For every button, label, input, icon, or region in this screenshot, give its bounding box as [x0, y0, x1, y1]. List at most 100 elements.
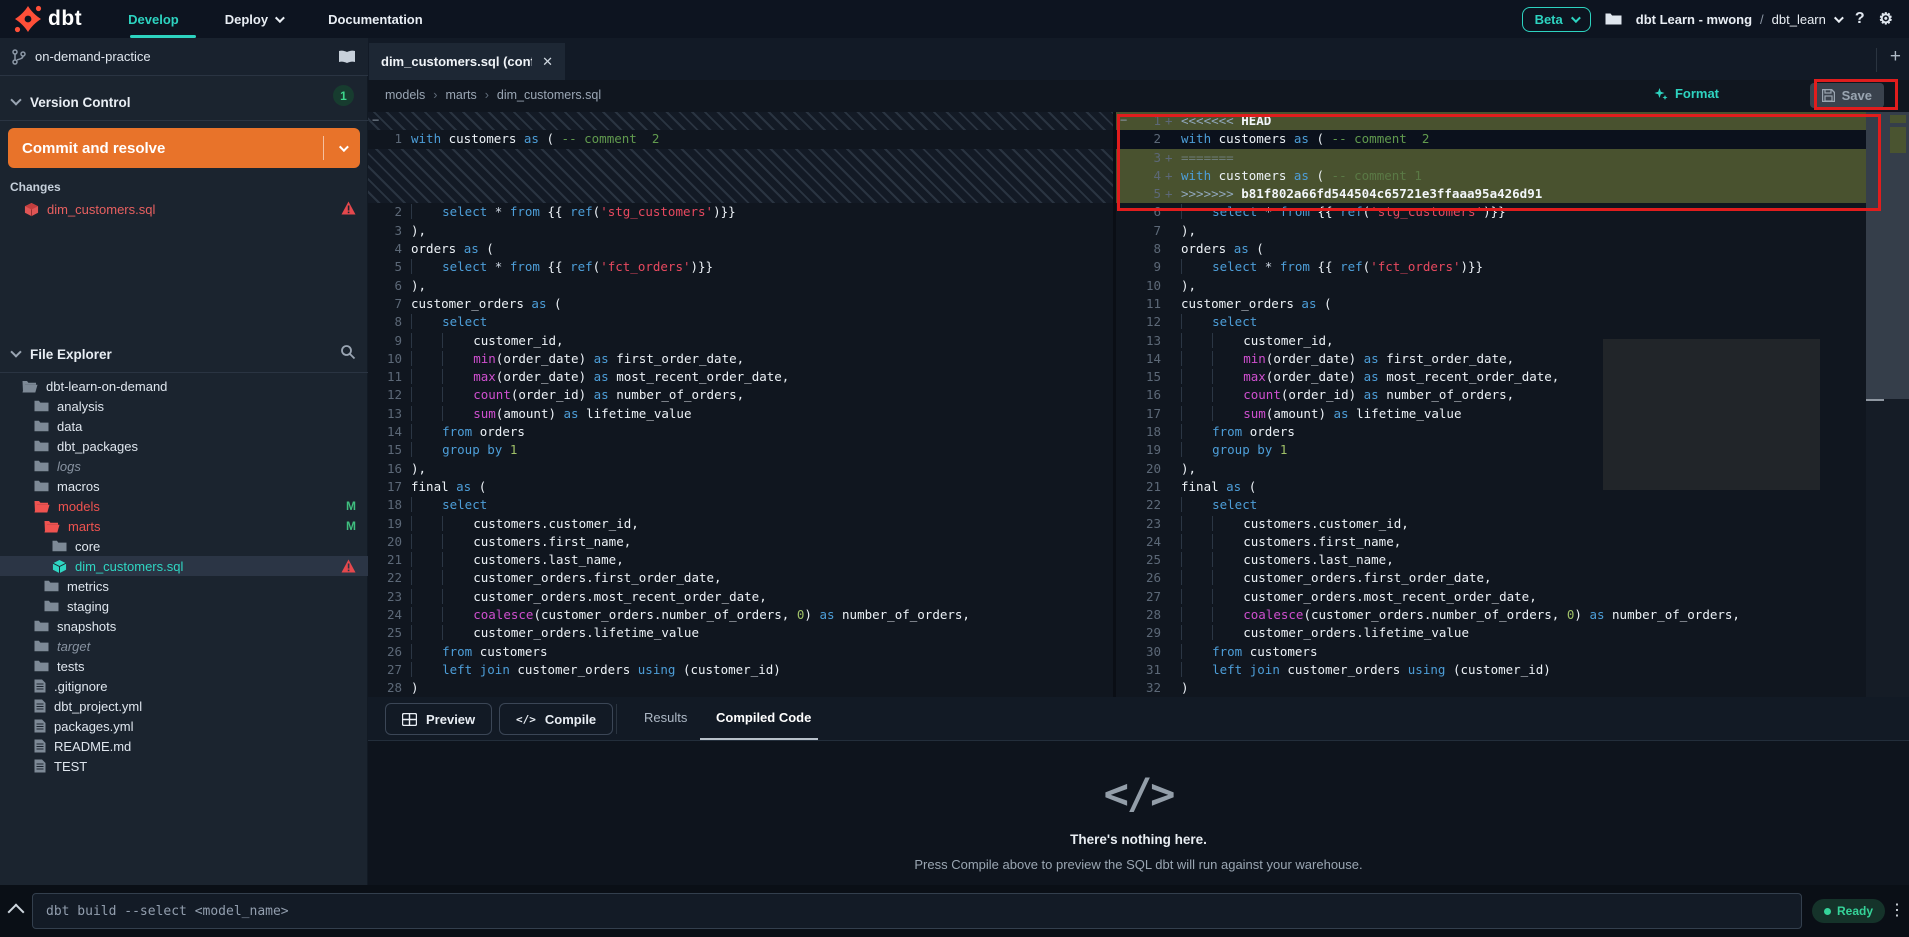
tree-item-models[interactable]: modelsM: [0, 496, 368, 516]
format-button[interactable]: Format: [1654, 86, 1719, 101]
code-line[interactable]: 15 group by 1: [368, 441, 1113, 459]
search-icon[interactable]: [340, 344, 356, 360]
tab-dim-customers[interactable]: dim_customers.sql (confli... ✕: [369, 43, 565, 80]
file-explorer-header[interactable]: File Explorer: [0, 340, 368, 368]
dbt-logo-icon[interactable]: [14, 5, 42, 33]
scrollbar-thumb[interactable]: [1866, 112, 1909, 399]
code-line[interactable]: 27 customer_orders.most_recent_order_dat…: [1116, 588, 1866, 606]
code-line[interactable]: 25 customers.last_name,: [1116, 551, 1866, 569]
code-line[interactable]: 18 select: [368, 496, 1113, 514]
code-line[interactable]: 22 customer_orders.first_order_date,: [368, 569, 1113, 587]
code-line[interactable]: 10),: [1116, 277, 1866, 295]
code-line[interactable]: 7),: [1116, 222, 1866, 240]
code-line[interactable]: 24 customers.first_name,: [1116, 533, 1866, 551]
kebab-menu-icon[interactable]: ⋮: [1889, 900, 1905, 920]
tree-item-data[interactable]: data: [0, 416, 368, 436]
nav-documentation[interactable]: Documentation: [328, 12, 423, 27]
fold-marker[interactable]: −: [372, 113, 379, 127]
tree-item-dbt-packages[interactable]: dbt_packages: [0, 436, 368, 456]
code-line[interactable]: 30 from customers: [1116, 643, 1866, 661]
tab-results[interactable]: Results: [644, 710, 687, 725]
code-line[interactable]: 13 sum(amount) as lifetime_value: [368, 405, 1113, 423]
code-line[interactable]: 6 select * from {{ ref('stg_customers')}…: [1116, 203, 1866, 221]
tree-item-dim-customers-sql[interactable]: dim_customers.sql: [0, 556, 368, 576]
tree-item-metrics[interactable]: metrics: [0, 576, 368, 596]
tree-item-staging[interactable]: staging: [0, 596, 368, 616]
git-branch-row[interactable]: on-demand-practice: [0, 38, 368, 76]
code-line[interactable]: 10 min(order_date) as first_order_date,: [368, 350, 1113, 368]
code-line[interactable]: 9 customer_id,: [368, 332, 1113, 350]
code-line[interactable]: 32): [1116, 679, 1866, 697]
editor-scrollbar[interactable]: [1866, 112, 1909, 697]
tree-item-logs[interactable]: logs: [0, 456, 368, 476]
tree-item--gitignore[interactable]: .gitignore: [0, 676, 368, 696]
command-input[interactable]: dbt build --select <model_name>: [32, 893, 1802, 929]
save-button[interactable]: Save: [1810, 83, 1884, 108]
code-line[interactable]: 2 select * from {{ ref('stg_customers')}…: [368, 203, 1113, 221]
code-line[interactable]: 27 left join customer_orders using (cust…: [368, 661, 1113, 679]
tree-item-packages-yml[interactable]: packages.yml: [0, 716, 368, 736]
code-line[interactable]: 4+with customers as ( -- comment 1: [1116, 167, 1866, 185]
code-line[interactable]: 21 customers.last_name,: [368, 551, 1113, 569]
breadcrumb-item[interactable]: models: [385, 88, 425, 102]
nav-develop[interactable]: Develop: [128, 12, 179, 27]
code-line[interactable]: 9 select * from {{ ref('fct_orders')}}: [1116, 258, 1866, 276]
changed-file-row[interactable]: dim_customers.sql: [0, 198, 368, 220]
fold-marker[interactable]: −: [1120, 113, 1127, 127]
commit-and-resolve-button[interactable]: Commit and resolve: [8, 128, 360, 168]
tree-item-core[interactable]: core: [0, 536, 368, 556]
code-line[interactable]: 19 customers.customer_id,: [368, 515, 1113, 533]
code-line[interactable]: 23 customer_orders.most_recent_order_dat…: [368, 588, 1113, 606]
tree-item-macros[interactable]: macros: [0, 476, 368, 496]
commit-options-dropdown[interactable]: [324, 145, 360, 152]
code-line[interactable]: 25 customer_orders.lifetime_value: [368, 624, 1113, 642]
code-line[interactable]: 6),: [368, 277, 1113, 295]
settings-gear-icon[interactable]: ⚙: [1879, 9, 1893, 29]
tree-item-dbt-project-yml[interactable]: dbt_project.yml: [0, 696, 368, 716]
tree-item-marts[interactable]: martsM: [0, 516, 368, 536]
code-line[interactable]: 26 from customers: [368, 643, 1113, 661]
tree-item-test[interactable]: TEST: [0, 756, 368, 776]
version-control-header[interactable]: Version Control 1: [0, 88, 368, 116]
code-line[interactable]: 11 max(order_date) as most_recent_order_…: [368, 368, 1113, 386]
breadcrumb-item[interactable]: dim_customers.sql: [497, 88, 601, 102]
code-line[interactable]: 24 coalesce(customer_orders.number_of_or…: [368, 606, 1113, 624]
tree-item-analysis[interactable]: analysis: [0, 396, 368, 416]
code-line[interactable]: 7customer_orders as (: [368, 295, 1113, 313]
code-line[interactable]: 3+=======: [1116, 149, 1866, 167]
code-line[interactable]: 12 count(order_id) as number_of_orders,: [368, 386, 1113, 404]
code-line[interactable]: 8 select: [368, 313, 1113, 331]
code-line[interactable]: 2with customers as ( -- comment 2: [1116, 130, 1866, 148]
tree-item-dbt-learn-on-demand[interactable]: dbt-learn-on-demand: [0, 376, 368, 396]
chevron-up-icon[interactable]: [8, 904, 25, 921]
code-line[interactable]: 5+>>>>>>> b81f802a66fd544504c65721e3ffaa…: [1116, 185, 1866, 203]
nav-deploy[interactable]: Deploy: [225, 12, 282, 27]
code-line[interactable]: 14 from orders: [368, 423, 1113, 441]
code-line[interactable]: 31 left join customer_orders using (cust…: [1116, 661, 1866, 679]
code-line[interactable]: 11customer_orders as (: [1116, 295, 1866, 313]
code-line[interactable]: 4orders as (: [368, 240, 1113, 258]
close-icon[interactable]: ✕: [542, 54, 553, 70]
tree-item-snapshots[interactable]: snapshots: [0, 616, 368, 636]
code-line[interactable]: 28 coalesce(customer_orders.number_of_or…: [1116, 606, 1866, 624]
help-button[interactable]: ?: [1855, 10, 1865, 28]
code-line[interactable]: 16),: [368, 460, 1113, 478]
code-line[interactable]: 22 select: [1116, 496, 1866, 514]
tree-item-tests[interactable]: tests: [0, 656, 368, 676]
code-line[interactable]: 20 customers.first_name,: [368, 533, 1113, 551]
beta-dropdown[interactable]: Beta: [1522, 7, 1591, 32]
code-line[interactable]: 29 customer_orders.lifetime_value: [1116, 624, 1866, 642]
code-line[interactable]: 5 select * from {{ ref('fct_orders')}}: [368, 258, 1113, 276]
tree-item-readme-md[interactable]: README.md: [0, 736, 368, 756]
compile-button[interactable]: </> Compile: [499, 703, 613, 735]
tree-item-target[interactable]: target: [0, 636, 368, 656]
code-line[interactable]: 12 select: [1116, 313, 1866, 331]
code-line[interactable]: 3),: [368, 222, 1113, 240]
code-line[interactable]: 28): [368, 679, 1113, 697]
new-tab-button[interactable]: +: [1890, 46, 1901, 68]
tab-compiled-code[interactable]: Compiled Code: [716, 710, 811, 725]
docs-book-icon[interactable]: [338, 50, 356, 64]
code-line[interactable]: 1+<<<<<<< HEAD: [1116, 112, 1866, 130]
code-line[interactable]: 1with customers as ( -- comment 2: [368, 130, 1113, 148]
diff-pane-current[interactable]: 1with customers as ( -- comment 2 2 selec…: [368, 112, 1113, 697]
